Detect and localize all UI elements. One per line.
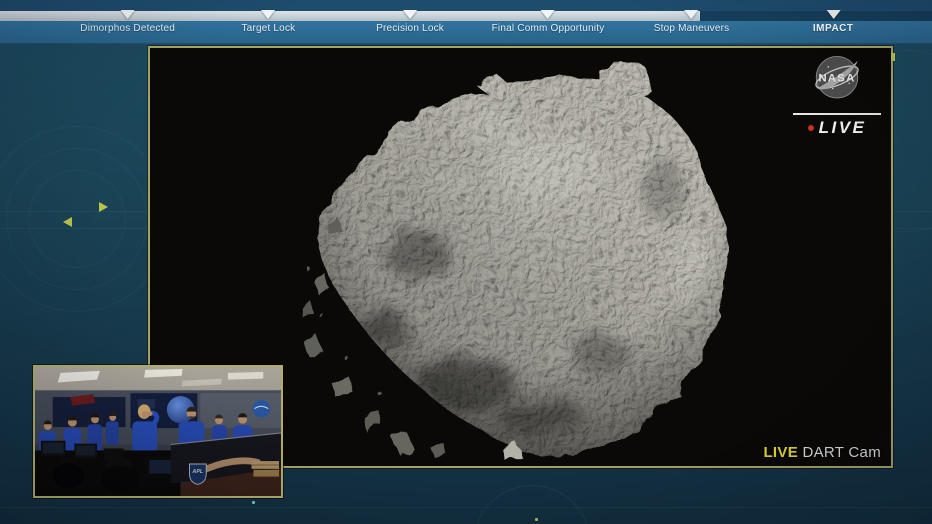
phase-triangle-icon [403,10,418,19]
live-indicator: LIVE [807,118,867,138]
nasa-logo-icon: NASA [815,56,859,99]
live-label: LIVE [818,118,867,137]
decor-dot [252,501,255,504]
phase-label: Precision Lock [376,23,444,34]
phase-marker-precision-lock: Precision Lock [376,10,444,34]
decor-dot [535,518,538,521]
mission-control-pip: APL [33,365,283,498]
phase-label: IMPACT [812,23,854,34]
decor-ring [6,148,148,290]
decor-triangle-left-icon [63,217,72,227]
phase-label: Final Comm Opportunity [491,23,605,34]
frame-corner-accent [891,53,895,61]
caption-live-label: LIVE [763,444,798,461]
phase-label: Stop Maneuvers [653,23,730,34]
phase-label: Dimorphos Detected [80,23,176,34]
live-dot-icon [807,125,814,131]
broadcast-screen: Dimorphos Detected Target Lock Precision… [0,0,932,524]
phase-triangle-icon [120,10,135,19]
nasa-live-watermark: NASA LIVE [791,53,883,138]
phase-triangle-icon [826,10,841,19]
mission-timeline: Dimorphos Detected Target Lock Precision… [0,0,932,44]
mission-control-scene: APL [35,367,281,496]
nasa-logo-text: NASA [818,73,855,85]
phase-marker-dimorphos-detected: Dimorphos Detected [80,10,175,34]
decor-line [0,507,932,508]
phase-triangle-icon [684,10,699,19]
phase-triangle-icon [261,10,276,19]
decor-triangle-right-icon [99,202,108,212]
feed-caption: LIVE DART Cam [763,444,881,461]
phase-marker-impact: IMPACT [813,10,854,34]
decor-ring [0,126,170,312]
phase-label: Target Lock [241,23,296,34]
decor-ring [28,170,126,268]
phase-marker-final-comm-opportunity: Final Comm Opportunity [492,10,605,34]
decor-ring [473,485,591,524]
caption-source-label: DART Cam [802,444,881,461]
phase-triangle-icon [541,10,556,19]
phase-marker-stop-maneuvers: Stop Maneuvers [654,10,730,34]
phase-marker-target-lock: Target Lock [241,10,295,34]
watermark-divider [793,113,881,115]
